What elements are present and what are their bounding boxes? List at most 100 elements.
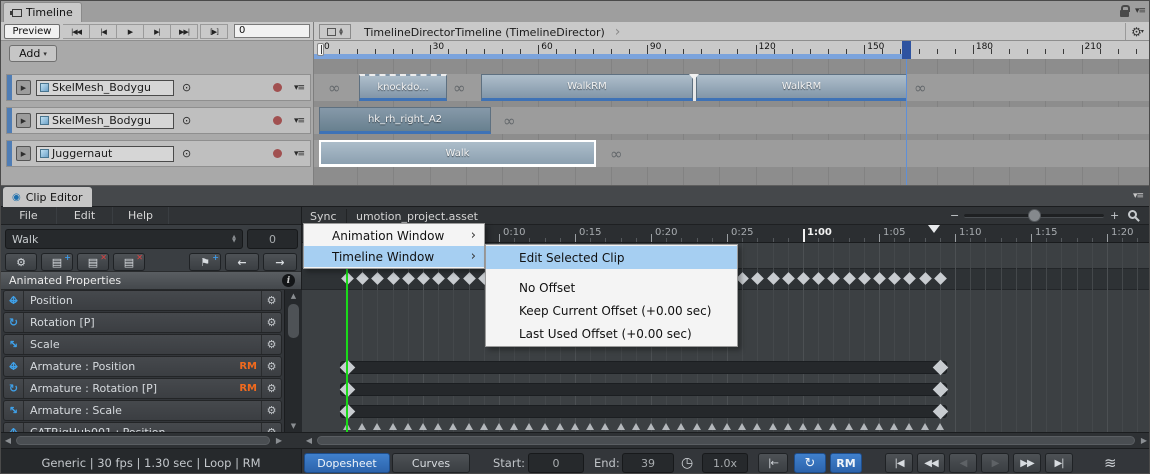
zoom-out-icon[interactable]: − [950,209,959,222]
pane-menu-icon[interactable]: ▾≡ [1133,191,1143,201]
target-icon[interactable]: ⊙ [182,81,191,94]
property-row[interactable]: ↖↘Scale⚙ [3,334,282,355]
context-menu-item[interactable]: Animation Window› [304,225,484,246]
prev-clip-button[interactable]: ← [225,253,259,271]
frame-marker-triangle[interactable] [784,423,792,430]
delete-clip-button[interactable]: ▤✕ [77,253,109,271]
info-icon[interactable]: i [282,274,295,287]
expand-icon[interactable]: ▶ [16,146,31,161]
keyframe-range-bar[interactable] [340,405,947,418]
menu-help[interactable]: Help [113,207,169,224]
property-row[interactable]: ↻Armature : Rotation [P]RM⚙ [3,378,282,399]
frame-marker-triangle[interactable] [571,423,579,430]
scroll-left-icon[interactable]: ◀ [1,433,15,448]
frame-marker-triangle[interactable] [723,423,731,430]
frame-marker-triangle[interactable] [419,423,427,430]
frame-marker-triangle[interactable] [632,423,640,430]
expand-icon[interactable]: ▶ [16,113,31,128]
frame-marker-triangle[interactable] [601,423,609,430]
frame-marker-triangle[interactable] [373,423,381,430]
frame-marker-triangle[interactable] [434,423,442,430]
frame-marker-triangle[interactable] [662,423,670,430]
frame-marker-triangle[interactable] [465,423,473,430]
clear-clip-button[interactable]: ▤✕ [113,253,145,271]
frame-marker-triangle[interactable] [814,423,822,430]
property-row[interactable]: ↔↕Position⚙ [3,290,282,311]
root-motion-toggle[interactable]: RM [830,453,862,473]
scroll-up-icon[interactable]: ▲ [285,290,302,302]
menu-file[interactable]: File [1,207,57,224]
track-object-field[interactable]: Juggernaut [36,146,174,162]
clip-transition-marker[interactable] [693,74,696,101]
frame-marker-triangle[interactable] [541,423,549,430]
menu-edit[interactable]: Edit [57,207,113,224]
track-header[interactable]: ▶SkelMesh_Bodygu⊙▾≡ [6,74,311,101]
frame-marker-triangle[interactable] [769,423,777,430]
breadcrumb[interactable]: TimelineDirectorTimeline (TimelineDirect… [358,24,626,40]
zoom-slider[interactable] [964,214,1104,218]
gear-icon[interactable]: ⚙ [261,423,281,432]
frame-marker-triangle[interactable] [753,423,761,430]
frame-marker-triangle[interactable] [845,423,853,430]
timeline-frame-field[interactable]: 0 [234,24,310,38]
jump-to-start-button[interactable]: |← [758,453,788,473]
zoom-slider-thumb[interactable] [1028,209,1041,222]
clip-settings-button[interactable]: ⚙ [5,253,37,271]
start-field[interactable]: 0 [528,453,584,473]
dopesheet-horizontal-scrollbar[interactable]: ◀ ▶ [302,432,1150,448]
tab-clip-editor[interactable]: ◉ Clip Editor [3,187,92,207]
loop-toggle-button[interactable]: ↻ [794,453,826,473]
clip[interactable]: hk_rh_right_A2 [319,107,491,134]
play-backwards-button[interactable]: ◀ [949,453,977,473]
scroll-left-icon[interactable]: ◀ [302,433,316,448]
gear-icon[interactable]: ⚙ [261,291,281,310]
prev-frame-button[interactable]: |◀ [90,24,117,39]
frame-marker-triangle[interactable] [677,423,685,430]
scrollbar-thumb[interactable] [317,436,1135,445]
scroll-right-icon[interactable]: ▶ [272,433,286,448]
layers-icon[interactable]: ≋ [1104,449,1116,474]
frame-marker-triangle[interactable] [890,423,898,430]
frame-marker-triangle[interactable] [647,423,655,430]
clip[interactable]: Walk [319,140,596,167]
track-header[interactable]: ▶ SkelMesh_Bodygu ⊙ ▾≡ [6,107,311,134]
property-row[interactable]: ↖↘Armature : Scale⚙ [3,400,282,421]
gear-icon[interactable]: ⚙ [261,401,281,420]
track-menu-icon[interactable]: ▾≡ [294,116,304,126]
track-menu-icon[interactable]: ▾≡ [294,83,304,93]
frame-marker-triangle[interactable] [799,423,807,430]
frame-marker-triangle[interactable] [449,423,457,430]
tab-dopesheet[interactable]: Dopesheet [304,453,390,473]
context-submenu-item[interactable]: Edit Selected Clip [486,246,737,269]
timeline-ruler[interactable]: 0306090120150180210 [314,41,1150,59]
next-clip-button[interactable]: → [263,253,297,271]
expand-icon[interactable]: ▶ [16,80,31,95]
timeline-asset-selector[interactable]: ▲▼ [319,24,351,39]
keyframe-range-bar[interactable] [340,361,947,374]
scroll-down-icon[interactable]: ▼ [285,420,302,432]
last-frame-button[interactable]: ▶| [1045,453,1073,473]
clip[interactable]: WalkRM [696,74,907,101]
frame-marker-triangle[interactable] [495,423,503,430]
frame-marker-triangle[interactable] [358,423,366,430]
add-clip-button[interactable]: ▤+ [41,253,73,271]
clip-frame-field[interactable]: 0 [247,229,298,249]
pane-menu-icon[interactable]: ▾≡ [1135,6,1145,16]
target-icon[interactable]: ⊙ [182,114,191,127]
frame-marker-triangle[interactable] [525,423,533,430]
first-frame-button[interactable]: |◀ [885,453,913,473]
frame-marker-triangle[interactable] [404,423,412,430]
scroll-right-icon[interactable]: ▶ [1137,433,1150,448]
gear-icon[interactable]: ⚙ [261,379,281,398]
lock-icon[interactable] [1120,10,1129,17]
frame-marker-triangle[interactable] [510,423,518,430]
play-button[interactable]: ▶ [117,24,144,39]
speed-field[interactable]: 1.0x [702,453,748,473]
clip[interactable]: WalkRM [481,74,693,101]
tab-curves[interactable]: Curves [392,453,470,473]
property-row[interactable]: ↔↕CATRigHub001 : Position⚙ [3,422,282,432]
frame-marker-triangle[interactable] [617,423,625,430]
play-range-button[interactable]: [▶] [200,24,228,39]
track-object-field[interactable]: SkelMesh_Bodygu [36,113,174,129]
scrollbar-thumb[interactable] [288,304,299,338]
